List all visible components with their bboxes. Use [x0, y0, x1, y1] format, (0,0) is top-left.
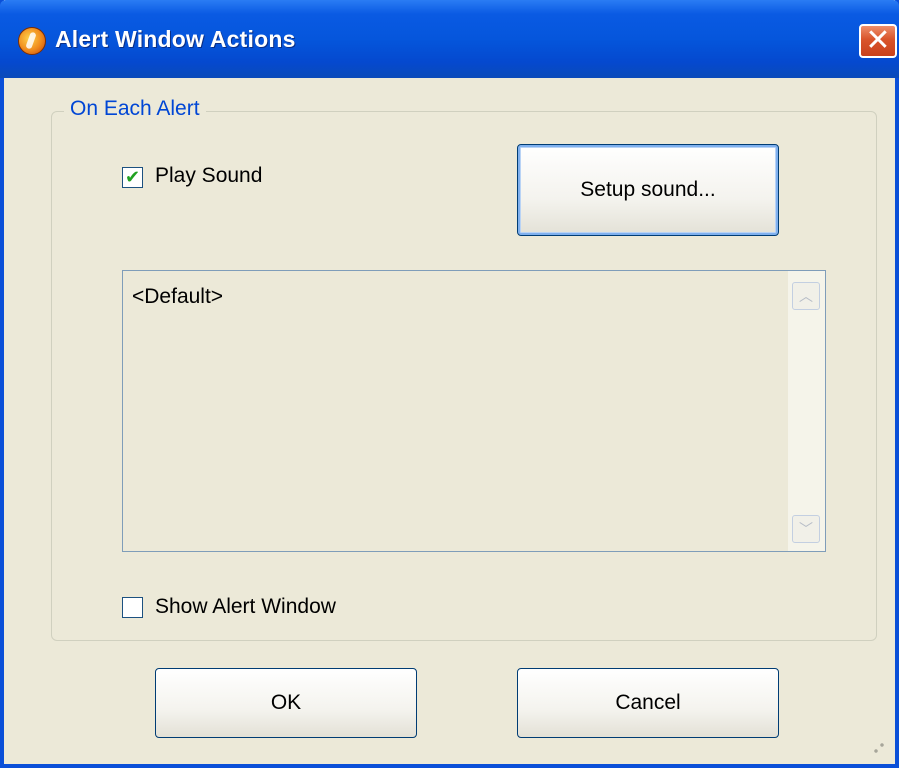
group-legend: On Each Alert — [64, 97, 206, 121]
chevron-up-icon: ︿ — [799, 289, 813, 305]
close-icon: ✕ — [865, 23, 891, 58]
chevron-down-icon: ﹀ — [799, 522, 813, 538]
cancel-button[interactable]: Cancel — [517, 668, 779, 738]
title-bar[interactable]: Alert Window Actions ✕ — [0, 0, 899, 78]
close-button[interactable]: ✕ — [859, 24, 897, 58]
list-item[interactable]: <Default> — [132, 285, 223, 309]
window-title: Alert Window Actions — [55, 26, 296, 52]
sound-listbox[interactable]: <Default> ︿ ﹀ — [122, 270, 826, 552]
vertical-scrollbar[interactable]: ︿ ﹀ — [788, 271, 825, 551]
alert-window-actions-dialog: Alert Window Actions ✕ On Each Alert ✔ P… — [0, 0, 899, 768]
show-alert-window-label[interactable]: Show Alert Window — [155, 595, 336, 619]
show-alert-window-checkbox[interactable] — [122, 597, 143, 618]
resize-grip-icon[interactable] — [873, 740, 887, 754]
scroll-up-button[interactable]: ︿ — [792, 282, 820, 310]
checkmark-icon: ✔ — [124, 166, 141, 188]
app-icon — [18, 27, 46, 55]
scroll-down-button[interactable]: ﹀ — [792, 515, 820, 543]
play-sound-checkbox[interactable]: ✔ — [122, 167, 143, 188]
ok-button[interactable]: OK — [155, 668, 417, 738]
play-sound-label[interactable]: Play Sound — [155, 164, 262, 188]
setup-sound-button[interactable]: Setup sound... — [517, 144, 779, 236]
